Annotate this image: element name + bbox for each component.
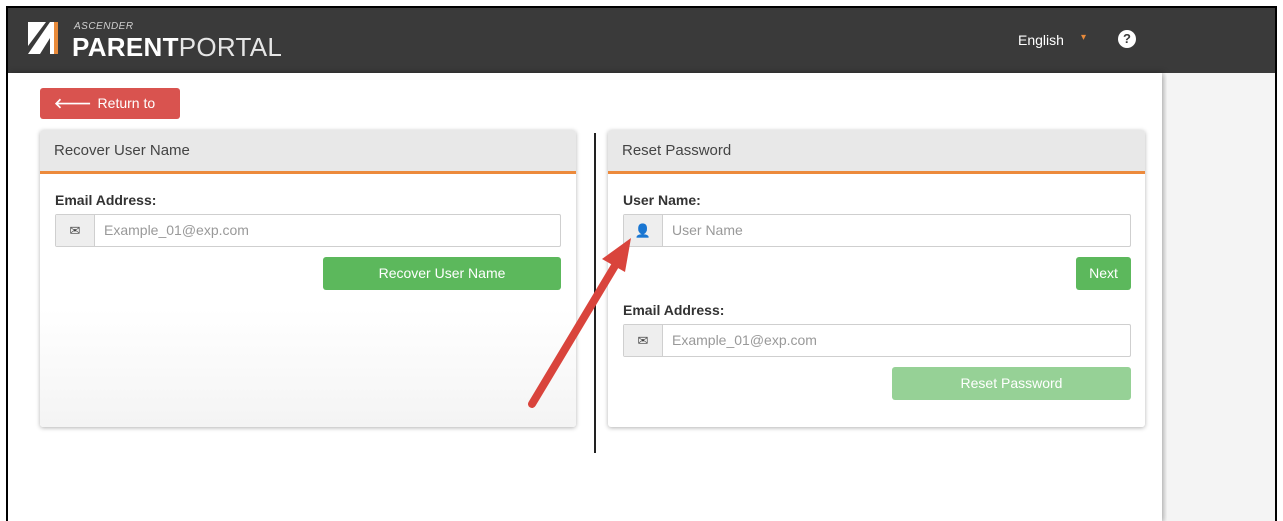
annotation-arrow-icon [528,238,631,408]
browser-frame: ASCENDER PARENTPORTAL English ▾ ? 🡐 Retur… [6,6,1277,521]
